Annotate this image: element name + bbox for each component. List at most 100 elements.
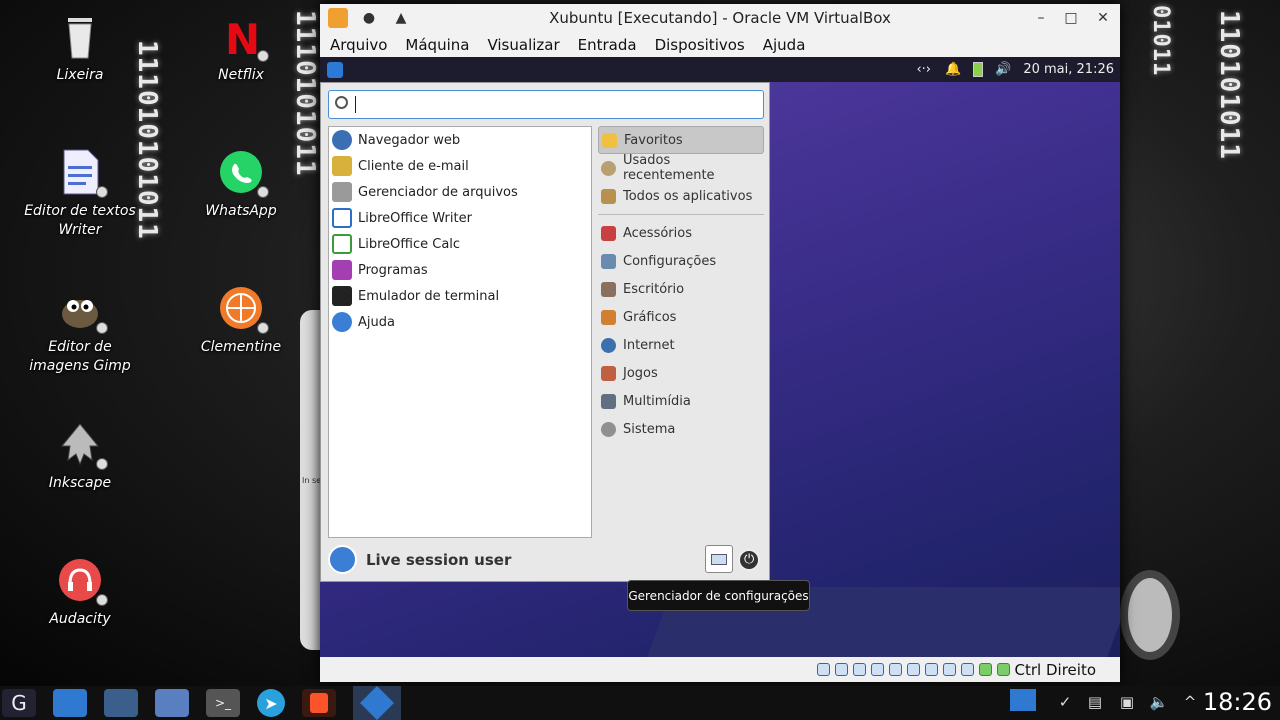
desktop-icon-gimp[interactable]: Editor de imagens Gimp	[15, 284, 145, 376]
network-icon[interactable]: ‹·›	[916, 62, 931, 77]
settings-taskbar-button[interactable]	[104, 689, 138, 717]
help-icon	[332, 312, 352, 332]
network-icon[interactable]: ▣	[1117, 693, 1137, 713]
network-status-icon[interactable]	[870, 663, 884, 676]
category-label: Todos os aplicativos	[623, 188, 753, 204]
category-todos-aplicativos[interactable]: Todos os aplicativos	[598, 182, 764, 210]
trash-icon	[56, 12, 104, 60]
category-usados-recentemente[interactable]: Usados recentemente	[598, 153, 764, 183]
vm-tray-icon[interactable]	[1010, 689, 1036, 711]
shared-folders-icon[interactable]	[906, 663, 920, 676]
keyboard-capture-icon[interactable]	[996, 663, 1010, 676]
files-taskbar-button[interactable]	[53, 689, 87, 717]
app-libreoffice-writer[interactable]: LibreOffice Writer	[329, 205, 591, 231]
big-store-taskbar-button[interactable]	[155, 689, 189, 717]
app-programas[interactable]: Programas	[329, 257, 591, 283]
category-escritorio[interactable]: Escritório	[598, 275, 764, 303]
app-emulador-terminal[interactable]: Emulador de terminal	[329, 283, 591, 309]
big-logo-icon: G	[11, 691, 27, 715]
desktop-icon-label: Clementine	[200, 339, 282, 355]
user-info: Live session user	[328, 545, 511, 574]
app-ajuda[interactable]: Ajuda	[329, 309, 591, 335]
menu-arquivo[interactable]: Arquivo	[330, 36, 387, 54]
category-configuracoes[interactable]: Configurações	[598, 247, 764, 275]
clipboard-icon[interactable]: ▤	[1085, 693, 1105, 713]
menu-maquina[interactable]: Máquina	[405, 36, 469, 54]
whisker-menu: Navegador web Cliente de e-mail Gerencia…	[320, 82, 770, 582]
category-multimidia[interactable]: Multimídia	[598, 387, 764, 415]
app-label: Ajuda	[358, 314, 395, 330]
avatar-icon	[328, 545, 357, 574]
app-gerenciador-arquivos[interactable]: Gerenciador de arquivos	[329, 179, 591, 205]
menu-visualizar[interactable]: Visualizar	[487, 36, 559, 54]
desktop-icon-writer[interactable]: Editor de textos Writer	[15, 148, 145, 240]
category-jogos[interactable]: Jogos	[598, 359, 764, 387]
clock-icon	[601, 160, 616, 176]
volume-icon[interactable]: 🔊	[995, 62, 1011, 77]
app-label: Navegador web	[358, 132, 461, 148]
terminal-taskbar-button[interactable]: >_	[206, 689, 240, 717]
settings-manager-button[interactable]	[705, 545, 733, 573]
favorites-list: Navegador web Cliente de e-mail Gerencia…	[328, 126, 592, 538]
desktop-icon-clementine[interactable]: Clementine	[176, 284, 306, 357]
guest-clock[interactable]: 20 mai, 21:26	[1023, 62, 1114, 77]
battery-icon[interactable]	[973, 62, 984, 77]
category-acessorios[interactable]: Acessórios	[598, 219, 764, 247]
category-label: Favoritos	[624, 132, 683, 148]
whisker-menu-button[interactable]	[327, 61, 343, 78]
vm-titlebar[interactable]: ● ▲ Xubuntu [Executando] - Oracle VM Vir…	[320, 4, 1120, 32]
vt-status-icon[interactable]	[960, 663, 974, 676]
host-clock[interactable]: 18:26	[1203, 688, 1272, 716]
category-favoritos[interactable]: Favoritos	[598, 126, 764, 154]
desktop-icon-label: Editor de textos Writer	[24, 203, 136, 238]
recording-status-icon[interactable]	[942, 663, 956, 676]
accessories-icon	[601, 225, 616, 241]
category-label: Sistema	[623, 421, 676, 437]
app-navegador-web[interactable]: Navegador web	[329, 127, 591, 153]
minimize-button[interactable]: –	[1032, 10, 1050, 26]
audio-status-icon[interactable]	[852, 663, 866, 676]
desktop-icon-audacity[interactable]: Audacity	[15, 556, 145, 629]
text-cursor	[355, 96, 356, 113]
power-button[interactable]: ⏻	[738, 549, 760, 571]
app-libreoffice-calc[interactable]: LibreOffice Calc	[329, 231, 591, 257]
app-launcher-button[interactable]: G	[2, 689, 36, 717]
desktop-icon-label: Netflix	[218, 67, 264, 83]
hdd-status-icon[interactable]	[816, 663, 830, 676]
app-label: LibreOffice Writer	[358, 210, 472, 226]
virtualbox-taskbar-button[interactable]	[353, 686, 401, 720]
usb-status-icon[interactable]	[888, 663, 902, 676]
app-label: LibreOffice Calc	[358, 236, 461, 252]
checkmark-icon[interactable]: ✓	[1055, 693, 1075, 713]
display-status-icon[interactable]	[924, 663, 938, 676]
category-label: Acessórios	[623, 225, 692, 241]
category-graficos[interactable]: Gráficos	[598, 303, 764, 331]
host-taskbar: G >_ ➤ ✓ ▤ ▣ 🔈 ^ 18:26	[0, 686, 1280, 720]
menu-ajuda[interactable]: Ajuda	[763, 36, 806, 54]
file-manager-icon	[332, 182, 352, 202]
desktop-icon-inkscape[interactable]: Inkscape	[15, 420, 145, 493]
desktop-icon-lixeira[interactable]: Lixeira	[15, 12, 145, 85]
telegram-taskbar-button[interactable]: ➤	[257, 689, 285, 717]
category-internet[interactable]: Internet	[598, 331, 764, 359]
volume-icon[interactable]: 🔈	[1149, 693, 1169, 713]
app-cliente-email[interactable]: Cliente de e-mail	[329, 153, 591, 179]
expand-tray-icon[interactable]: ^	[1180, 693, 1200, 713]
optical-status-icon[interactable]	[834, 663, 848, 676]
whatsapp-icon	[217, 148, 269, 198]
maximize-button[interactable]: □	[1062, 10, 1080, 26]
search-field[interactable]	[328, 90, 764, 119]
brave-taskbar-button[interactable]	[302, 689, 336, 717]
writer-icon	[332, 208, 352, 228]
mouse-integration-icon[interactable]	[978, 663, 992, 676]
menu-dispositivos[interactable]: Dispositivos	[655, 36, 745, 54]
desktop-icon-label: Audacity	[49, 611, 111, 627]
desktop-icon-whatsapp[interactable]: WhatsApp	[176, 148, 306, 221]
notification-bell-icon[interactable]: 🔔	[945, 62, 961, 77]
guest-top-panel: ‹·› 🔔 🔊 20 mai, 21:26	[320, 57, 1120, 82]
close-button[interactable]: ✕	[1094, 10, 1112, 26]
tooltip: Gerenciador de configurações	[627, 580, 810, 611]
menu-entrada[interactable]: Entrada	[578, 36, 637, 54]
category-sistema[interactable]: Sistema	[598, 415, 764, 443]
desktop-icon-netflix[interactable]: N Netflix	[176, 12, 306, 85]
